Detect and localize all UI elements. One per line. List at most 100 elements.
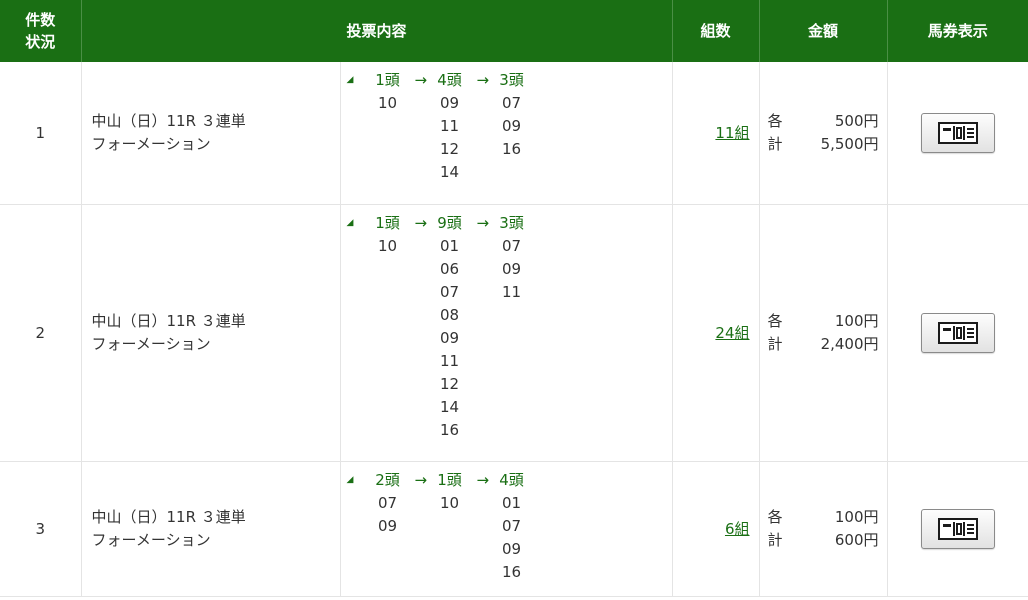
horse-list: 01 06 07 08 09 11 12 14 16 (423, 235, 477, 442)
horse-number: 09 (501, 259, 522, 278)
header-count: 組数 (672, 0, 760, 62)
horse-number: 07 (439, 282, 460, 301)
horse-number: 08 (439, 305, 460, 324)
count-cell: 24組 (672, 204, 760, 462)
horse-number: 07 (377, 493, 398, 512)
horse-list: 07 09 11 (485, 235, 539, 304)
header-ticket: 馬券表示 (887, 0, 1028, 62)
table-row: 3 中山（日）11R ３連単 フォーメーション ◢ 2頭 07 09 → 1頭 1… (0, 461, 1028, 597)
total-amount: 計 5,500円 (767, 134, 879, 153)
combo-col-2: 1頭 10 (423, 469, 477, 584)
horse-number: 11 (439, 117, 460, 135)
combo-col-1: 1頭 10 (361, 69, 415, 184)
total-amount: 計 600円 (767, 530, 879, 549)
col-label: 1頭 (437, 470, 462, 489)
horse-number: 09 (439, 94, 460, 112)
col-label: 4頭 (437, 71, 462, 89)
count-cell: 11組 (672, 62, 760, 205)
bet-method: フォーメーション (91, 134, 211, 153)
header-content: 投票内容 (81, 0, 673, 62)
ticket-icon (937, 517, 978, 540)
arrow-icon: → (414, 213, 428, 232)
count-link[interactable]: 11組 (715, 124, 749, 142)
amount-cell: 各 500円 計 5,500円 (759, 62, 888, 205)
horse-list: 09 11 12 14 (423, 92, 477, 184)
combination: ◢ 2頭 07 09 → 1頭 10 → 4頭 01 07 09 16 (341, 469, 672, 584)
arrow-icon: → (476, 71, 490, 89)
each-amount: 各 100円 (767, 507, 879, 526)
triangle-icon[interactable]: ◢ (341, 69, 361, 184)
header-row: 件数 状況 投票内容 組数 金額 馬券表示 (0, 0, 1028, 62)
race-cell: 中山（日）11R ３連単 フォーメーション (81, 204, 341, 462)
combo-col-1: 2頭 07 09 (361, 469, 415, 584)
horse-number: 12 (439, 140, 460, 158)
col-label: 3頭 (499, 71, 524, 89)
ticket-display-button[interactable] (920, 508, 995, 549)
race-cell: 中山（日）11R ３連単 フォーメーション (81, 62, 341, 205)
horse-number: 14 (439, 397, 460, 416)
race-name: 中山（日）11R ３連単 (91, 311, 246, 330)
col-label: 2頭 (375, 470, 400, 489)
bet-content: ◢ 1頭 10 → 4頭 09 11 12 14 → 3頭 07 09 16 (340, 62, 673, 205)
horse-number: 11 (439, 351, 460, 370)
horse-number: 11 (501, 282, 522, 301)
header-status: 件数 状況 (0, 0, 82, 62)
col-label: 1頭 (375, 71, 400, 89)
ticket-display-button[interactable] (920, 312, 995, 353)
combination: ◢ 1頭 10 → 9頭 01 06 07 08 09 11 12 14 16 → 3頭 07 0… (341, 212, 672, 442)
horse-number: 16 (501, 562, 522, 581)
each-amount: 各 500円 (767, 111, 879, 130)
ticket-cell (887, 204, 1028, 462)
horse-number: 10 (439, 493, 460, 512)
horse-number: 09 (439, 328, 460, 347)
horse-list: 01 07 09 16 (485, 492, 539, 584)
combo-col-3: 3頭 07 09 16 (485, 69, 539, 184)
horse-number: 09 (501, 117, 522, 135)
arrow-icon: → (414, 470, 428, 489)
bet-content: ◢ 2頭 07 09 → 1頭 10 → 4頭 01 07 09 16 (340, 461, 673, 597)
combo-col-2: 4頭 09 11 12 14 (423, 69, 477, 184)
horse-list: 10 (361, 235, 415, 258)
horse-number: 01 (501, 493, 522, 512)
horse-list: 10 (361, 92, 415, 115)
header-amount: 金額 (759, 0, 888, 62)
ticket-display-button[interactable] (920, 112, 995, 153)
count-cell: 6組 (672, 461, 760, 597)
arrow-icon: → (414, 71, 428, 89)
amount-cell: 各 100円 計 2,400円 (759, 204, 888, 462)
row-number: 2 (0, 204, 82, 462)
col-label: 9頭 (437, 213, 462, 232)
count-link[interactable]: 24組 (715, 324, 749, 342)
row-number: 1 (0, 62, 82, 205)
horse-number: 09 (501, 539, 522, 558)
bet-method: フォーメーション (91, 334, 211, 353)
col-label: 4頭 (499, 470, 524, 489)
horse-number: 07 (501, 516, 522, 535)
triangle-icon[interactable]: ◢ (341, 212, 361, 442)
horse-list: 07 09 (361, 492, 415, 538)
race-cell: 中山（日）11R ３連単 フォーメーション (81, 461, 341, 597)
count-link[interactable]: 6組 (725, 520, 750, 538)
horse-number: 01 (439, 236, 460, 255)
ticket-cell (887, 62, 1028, 205)
amount-cell: 各 100円 計 600円 (759, 461, 888, 597)
horse-number: 10 (377, 236, 398, 255)
triangle-icon[interactable]: ◢ (341, 469, 361, 584)
combo-col-2: 9頭 01 06 07 08 09 11 12 14 16 (423, 212, 477, 442)
each-amount: 各 100円 (767, 311, 879, 330)
combo-col-3: 3頭 07 09 11 (485, 212, 539, 442)
horse-number: 07 (501, 236, 522, 255)
horse-list: 07 09 16 (485, 92, 539, 161)
horse-number: 06 (439, 259, 460, 278)
horse-number: 07 (501, 94, 522, 112)
ticket-icon (937, 121, 978, 144)
table-row: 2 中山（日）11R ３連単 フォーメーション ◢ 1頭 10 → 9頭 01 0… (0, 204, 1028, 462)
col-label: 1頭 (375, 213, 400, 232)
table-row: 1 中山（日）11R ３連単 フォーメーション ◢ 1頭 10 → 4頭 09 1… (0, 62, 1028, 205)
arrow-icon: → (476, 213, 490, 232)
combination: ◢ 1頭 10 → 4頭 09 11 12 14 → 3頭 07 09 16 (341, 69, 672, 184)
ticket-icon (937, 321, 978, 344)
ticket-cell (887, 461, 1028, 597)
horse-number: 16 (501, 140, 522, 158)
horse-number: 09 (377, 516, 398, 535)
